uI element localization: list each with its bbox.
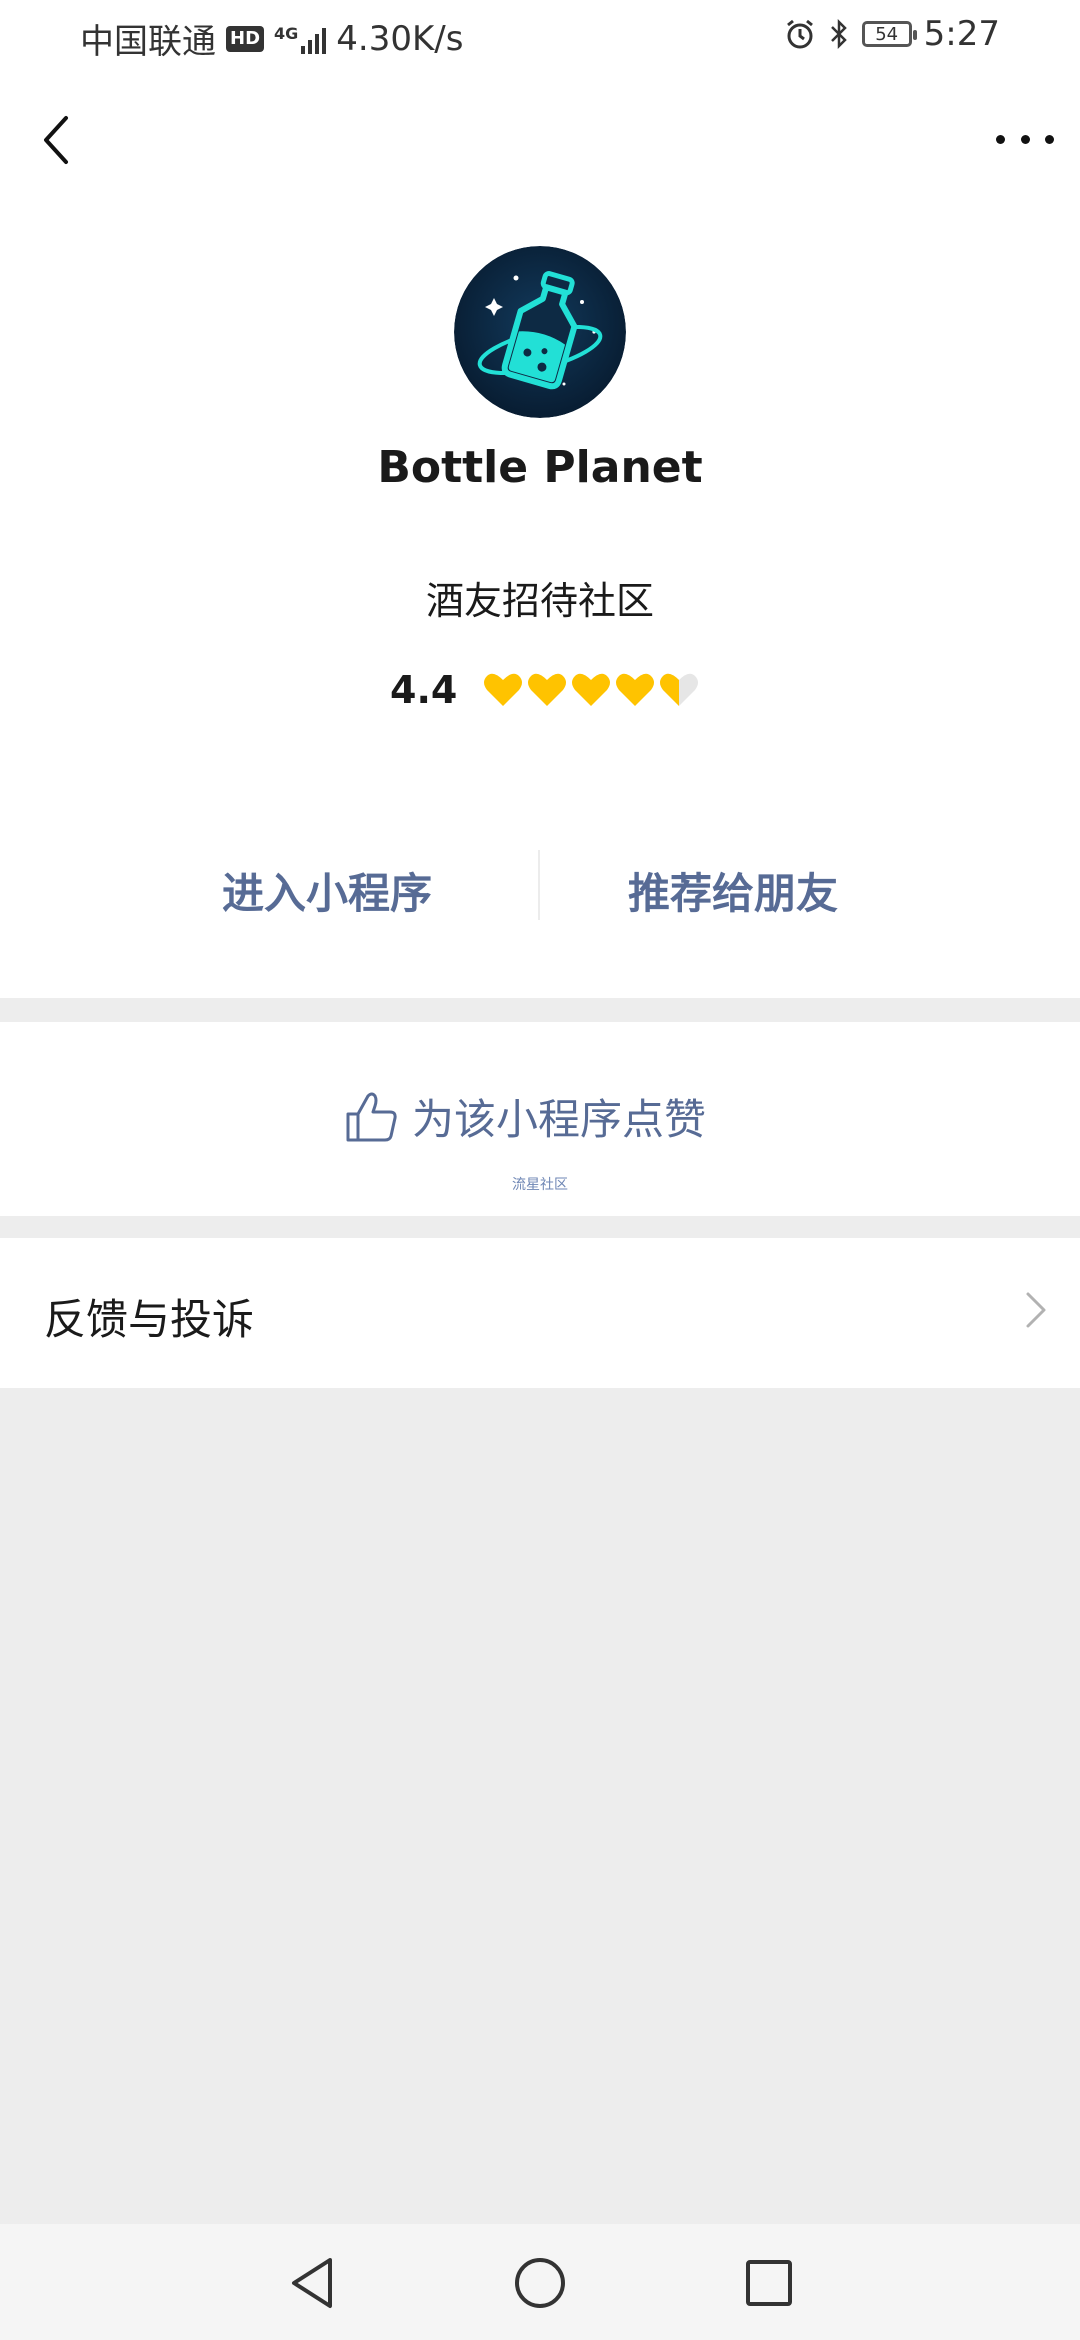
feedback-row[interactable]: 反馈与投诉 xyxy=(0,1238,1080,1388)
more-dot-icon xyxy=(1045,134,1054,144)
heart-full-icon xyxy=(528,673,567,706)
bottle-planet-logo-icon xyxy=(454,246,626,418)
back-button[interactable] xyxy=(32,110,82,170)
signal-icon: 4G xyxy=(274,23,327,54)
bluetooth-icon xyxy=(830,18,847,50)
system-nav-bar xyxy=(0,2224,1080,2340)
network-type: 4G xyxy=(274,23,299,43)
screen: 中国联通 HD 4G 4.30K/s 54 5:27 Bottle Planet… xyxy=(0,0,1080,2340)
nav-recents-square-icon[interactable] xyxy=(734,2248,804,2318)
battery-level: 54 xyxy=(875,23,899,45)
recommend-to-friend-button[interactable]: 推荐给朋友 xyxy=(628,860,838,921)
app-profile-card: Bottle Planet 酒友招待社区 4.4 进入小程序 推荐给朋友 xyxy=(0,72,1080,998)
like-card: 为该小程序点赞 流星社区 xyxy=(0,1022,1080,1216)
more-dot-icon xyxy=(1020,134,1030,144)
status-left: 中国联通 HD 4G 4.30K/s xyxy=(80,14,463,63)
app-logo xyxy=(454,246,626,418)
hd-badge: HD xyxy=(226,25,265,52)
enter-mini-program-button[interactable]: 进入小程序 xyxy=(222,860,432,921)
alarm-icon xyxy=(786,19,813,49)
battery-icon: 54 xyxy=(861,21,917,47)
network-speed: 4.30K/s xyxy=(336,18,464,59)
carrier-name: 中国联通 xyxy=(80,22,216,62)
heart-half-icon xyxy=(660,673,699,706)
feedback-label: 反馈与投诉 xyxy=(44,1295,255,1344)
app-name: Bottle Planet xyxy=(377,442,703,493)
nav-home-circle-icon[interactable] xyxy=(505,2248,575,2318)
thumbs-up-icon xyxy=(346,1092,397,1141)
status-right: 54 5:27 xyxy=(784,14,1000,54)
heart-full-icon xyxy=(572,673,611,706)
status-bar: 中国联通 HD 4G 4.30K/s 54 5:27 xyxy=(0,0,1080,72)
more-dot-icon xyxy=(996,134,1005,144)
rating-hearts xyxy=(483,672,699,708)
action-row: 进入小程序 推荐给朋友 xyxy=(0,832,1080,942)
action-divider xyxy=(538,850,540,920)
like-label: 为该小程序点赞 xyxy=(412,1095,707,1144)
more-button[interactable] xyxy=(996,124,1054,154)
app-description: 酒友招待社区 xyxy=(425,579,654,623)
like-button[interactable]: 为该小程序点赞 xyxy=(342,1086,706,1147)
chevron-left-icon xyxy=(44,116,68,164)
nav-back-triangle-icon[interactable] xyxy=(278,2248,348,2318)
heart-full-icon xyxy=(616,673,655,706)
rating: 4.4 xyxy=(390,668,699,712)
heart-full-icon xyxy=(484,673,523,706)
like-sub-label: 流星社区 xyxy=(512,1177,568,1193)
clock: 5:27 xyxy=(923,14,1000,54)
chevron-right-icon xyxy=(1026,1292,1046,1328)
rating-value: 4.4 xyxy=(390,668,458,712)
